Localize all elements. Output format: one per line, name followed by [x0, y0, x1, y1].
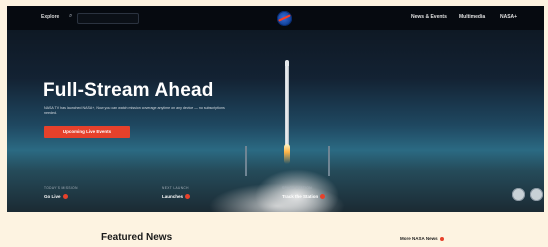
launch-tower: [245, 146, 247, 176]
nasa-logo[interactable]: [277, 11, 292, 26]
stat-item[interactable]: NEXT LAUNCH Launches: [162, 186, 191, 200]
explore-menu[interactable]: Explore: [41, 14, 59, 20]
stat-value: Track the Station: [282, 194, 319, 199]
stat-label: NEXT LAUNCH: [162, 186, 189, 190]
more-news-link[interactable]: More NASA News: [400, 236, 444, 241]
nav-nasa-plus[interactable]: NASA+: [500, 14, 517, 20]
top-nav-bar: Explore ⌕ News & Events Multimedia NASA+: [7, 6, 544, 30]
nav-multimedia[interactable]: Multimedia: [459, 14, 485, 20]
stat-item[interactable]: TODAY'S MISSION Go Live: [44, 186, 78, 200]
stat-item[interactable]: SPACE STATION Track the Station: [282, 186, 326, 200]
stats-row: TODAY'S MISSION Go Live NEXT LAUNCH Laun…: [7, 186, 544, 212]
rocket-image: [283, 60, 291, 164]
arrow-icon: [62, 194, 68, 200]
more-news-label: More NASA News: [400, 236, 438, 241]
featured-news-heading: Featured News: [101, 232, 173, 243]
search-icon[interactable]: ⌕: [69, 13, 72, 20]
arrow-icon: [439, 236, 444, 241]
arrow-icon: [185, 194, 191, 200]
search-input[interactable]: [77, 13, 139, 24]
launch-tower: [328, 146, 330, 176]
stat-label: SPACE STATION: [282, 186, 312, 190]
nav-news-events[interactable]: News & Events: [411, 14, 447, 20]
globe-icon[interactable]: [512, 188, 525, 201]
hero-description: NASA TV has launched NASA+, Now you can …: [44, 106, 225, 115]
stat-label: TODAY'S MISSION: [44, 186, 78, 190]
upcoming-events-button[interactable]: Upcoming Live Events: [44, 126, 130, 138]
hero-title: Full-Stream Ahead: [43, 80, 214, 101]
pause-icon[interactable]: [530, 188, 543, 201]
arrow-icon: [320, 194, 326, 200]
stat-value: Launches: [162, 194, 184, 199]
stat-value: Go Live: [44, 194, 61, 199]
hero-banner: Explore ⌕ News & Events Multimedia NASA+…: [7, 6, 544, 212]
